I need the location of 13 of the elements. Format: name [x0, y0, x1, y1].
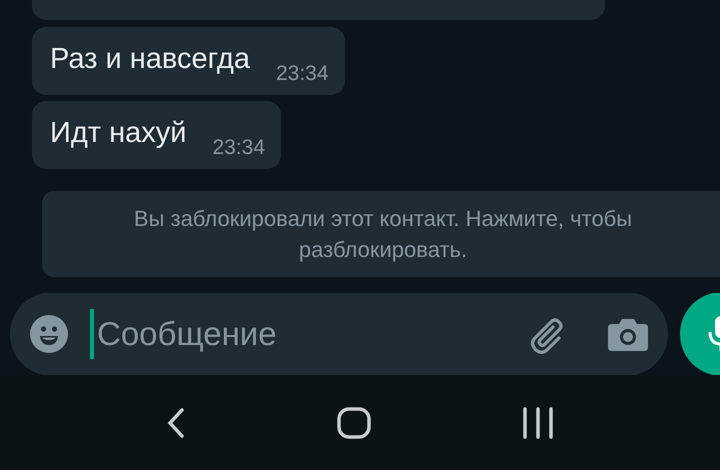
blocked-notice[interactable]: Вы заблокировали этот контакт. Нажмите, чтобы разблокировать. [42, 190, 720, 277]
home-icon[interactable] [336, 406, 371, 438]
message-time: 23:34 [212, 134, 266, 161]
recents-icon[interactable] [522, 406, 554, 438]
message-text: Идт нахуй [50, 116, 186, 151]
message-bar[interactable]: Сообщение [10, 292, 668, 375]
back-icon[interactable] [166, 406, 186, 438]
message-input[interactable]: Сообщение [97, 314, 526, 353]
emoji-icon[interactable] [30, 314, 68, 353]
camera-icon[interactable] [608, 316, 648, 351]
text-cursor [90, 308, 94, 359]
message-time: 23:34 [276, 60, 329, 87]
message-text: Раз и навсегда [50, 42, 250, 77]
